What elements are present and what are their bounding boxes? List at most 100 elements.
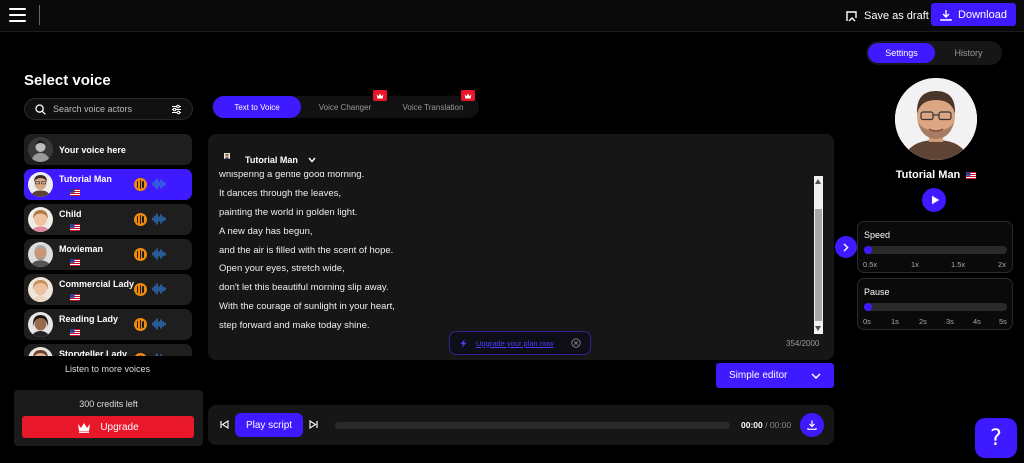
speaker-selector[interactable]: Tutorial Man <box>219 150 316 170</box>
speed-slider-track[interactable] <box>864 246 1007 254</box>
voice-item[interactable]: Movieman <box>24 239 192 270</box>
filter-icon[interactable] <box>171 104 182 115</box>
voice-name: Reading Lady <box>59 314 119 324</box>
speed-slider-knob[interactable] <box>864 246 872 254</box>
play-icon <box>931 195 939 205</box>
script-editor: Tutorial Man whispering a gentle good mo… <box>208 134 834 360</box>
tab-text-to-voice[interactable]: Text to Voice <box>213 96 301 118</box>
close-circle-icon[interactable] <box>571 338 581 348</box>
us-flag-icon <box>966 171 977 179</box>
waveform-icon[interactable] <box>152 248 167 260</box>
voice-item[interactable]: Reading Lady <box>24 309 192 340</box>
sample-audio-icon[interactable] <box>134 318 147 331</box>
pause-slider-knob[interactable] <box>864 303 872 311</box>
download-icon <box>940 9 952 21</box>
upgrade-label: Upgrade <box>100 421 139 433</box>
script-line: don't let this beautiful morning slip aw… <box>219 282 389 294</box>
listen-to-more-voices-link[interactable]: Listen to more voices <box>65 364 150 374</box>
download-audio-button[interactable] <box>800 413 824 437</box>
waveform-icon[interactable] <box>152 283 167 295</box>
voice-name: Storyteller Lady <box>59 349 128 356</box>
speed-tick: 2x <box>998 260 1006 269</box>
waveform-icon[interactable] <box>152 353 167 356</box>
scroll-down-arrow-icon[interactable] <box>815 326 821 331</box>
avatar <box>219 150 239 170</box>
expand-panel-button[interactable] <box>835 236 857 258</box>
speed-tick: 1.5x <box>951 260 966 269</box>
current-time: 00:00 <box>741 420 763 430</box>
script-text-area[interactable]: whispering a gentle good morning. It danc… <box>219 172 809 332</box>
lightning-icon <box>460 339 467 347</box>
sample-audio-icon[interactable] <box>134 353 147 356</box>
avatar <box>28 137 53 162</box>
help-button[interactable]: ? <box>975 418 1017 458</box>
waveform-icon[interactable] <box>152 213 167 225</box>
save-as-draft-button[interactable]: Save as draft <box>845 7 929 25</box>
chevron-right-icon <box>843 242 849 252</box>
search-voice-input[interactable] <box>53 104 163 114</box>
play-script-button[interactable]: Play script <box>235 413 303 437</box>
premium-crown-icon <box>373 90 387 101</box>
upgrade-plan-banner: Upgrade your plan now <box>449 331 591 355</box>
upgrade-button[interactable]: Upgrade <box>22 416 194 438</box>
playback-progress-bar[interactable] <box>335 422 730 429</box>
sample-audio-icon[interactable] <box>134 283 147 296</box>
play-script-label: Play script <box>245 419 293 431</box>
voice-item[interactable]: Commercial Lady <box>24 274 192 305</box>
download-icon <box>807 420 817 430</box>
upgrade-plan-link[interactable]: Upgrade your plan now <box>476 339 554 348</box>
tab-settings[interactable]: Settings <box>868 43 935 63</box>
voice-item[interactable]: Tutorial Man <box>24 169 192 200</box>
us-flag-icon <box>70 187 80 196</box>
script-line: It dances through the leaves, <box>219 187 341 199</box>
selected-voice-name: Tutorial Man <box>895 169 961 181</box>
sample-audio-icon[interactable] <box>134 248 147 261</box>
selected-voice-name-row: Tutorial Man <box>895 169 977 181</box>
us-flag-icon <box>70 327 80 336</box>
voice-name: Movieman <box>59 244 104 254</box>
right-panel-tabs: Settings History <box>866 41 1002 65</box>
speaker-name: Tutorial Man <box>245 155 298 165</box>
pause-title: Pause <box>864 287 890 297</box>
pause-slider-track[interactable] <box>864 303 1007 311</box>
voice-item[interactable]: Child <box>24 204 192 235</box>
chevron-down-icon <box>811 372 821 379</box>
script-line: whispering a gentle good morning. <box>219 172 365 180</box>
script-line: and the air is filled with the scent of … <box>219 244 394 256</box>
waveform-icon[interactable] <box>152 178 167 190</box>
script-scrollbar[interactable] <box>814 176 823 334</box>
avatar <box>28 312 53 337</box>
scroll-up-arrow-icon[interactable] <box>815 179 821 184</box>
save-draft-icon <box>846 10 857 21</box>
speed-tick: 0.5x <box>863 260 878 269</box>
speed-tick: 1x <box>911 260 919 269</box>
simple-editor-label: Simple editor <box>729 370 788 381</box>
scrollbar-thumb[interactable] <box>815 209 822 321</box>
skip-previous-icon[interactable] <box>220 420 229 429</box>
voice-name: Commercial Lady <box>59 279 135 289</box>
hamburger-menu-icon[interactable] <box>9 8 26 22</box>
voice-item[interactable]: Your voice here <box>24 134 192 165</box>
search-voice-box[interactable] <box>24 98 193 120</box>
skip-next-icon[interactable] <box>309 420 318 429</box>
pause-tick: 1s <box>891 317 899 326</box>
waveform-icon[interactable] <box>152 318 167 330</box>
download-button[interactable]: Download <box>931 3 1016 26</box>
script-line: Open your eyes, stretch wide, <box>219 263 345 275</box>
voice-item[interactable]: Storyteller Lady <box>24 344 192 356</box>
script-line: step forward and make today shine. <box>219 320 370 332</box>
selected-voice-avatar <box>895 78 977 160</box>
mode-tabs: Text to Voice Voice Changer Voice Transl… <box>212 90 479 118</box>
us-flag-icon <box>70 222 80 231</box>
pause-tick: 3s <box>946 317 954 326</box>
voice-list[interactable]: Your voice here Tutorial Man Child Movieman… <box>24 134 192 356</box>
preview-voice-play-button[interactable] <box>922 188 946 212</box>
pause-tick: 0s <box>863 317 871 326</box>
simple-editor-dropdown[interactable]: Simple editor <box>716 363 834 388</box>
pause-ticks: 0s 1s 2s 3s 4s 5s <box>858 317 1014 327</box>
script-line: painting the world in golden light. <box>219 206 358 218</box>
tab-history[interactable]: History <box>935 41 1002 65</box>
sample-audio-icon[interactable] <box>134 178 147 191</box>
sample-audio-icon[interactable] <box>134 213 147 226</box>
avatar <box>28 277 53 302</box>
